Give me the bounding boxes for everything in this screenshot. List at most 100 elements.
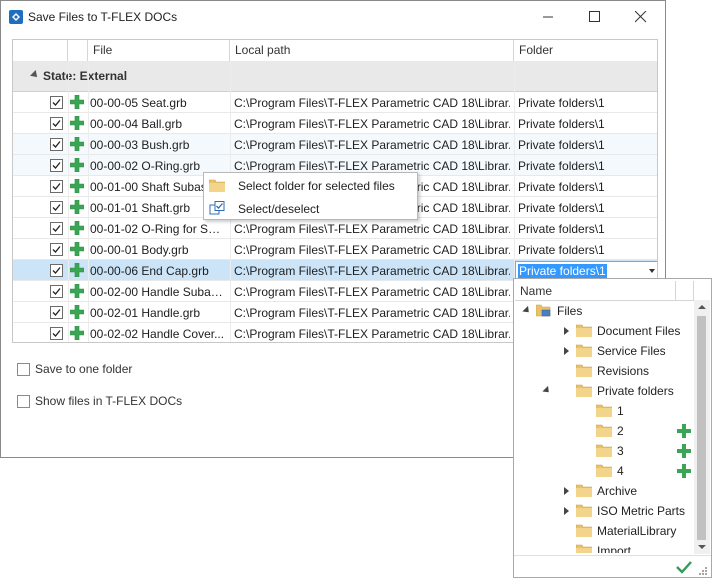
file-name: 00-00-04 Ball.grb — [90, 117, 183, 131]
collapse-arrow-icon[interactable] — [542, 385, 552, 396]
add-new-icon — [70, 179, 84, 193]
local-path: C:\Program Files\T-FLEX Parametric CAD 1… — [234, 117, 510, 131]
scroll-thumb[interactable] — [697, 316, 706, 540]
add-folder-icon[interactable] — [677, 424, 691, 438]
row-checkbox[interactable] — [50, 117, 63, 130]
header-check-column[interactable] — [13, 40, 68, 61]
tree-node[interactable]: Archive — [515, 481, 693, 501]
add-new-icon — [70, 326, 84, 340]
tree-node[interactable]: ISO Metric Parts — [515, 501, 693, 521]
tree-node[interactable]: 1 — [515, 401, 693, 421]
header-file[interactable]: File — [88, 40, 230, 61]
tree-node[interactable]: Service Files — [515, 341, 693, 361]
row-checkbox[interactable] — [50, 327, 63, 340]
row-checkbox[interactable] — [50, 138, 63, 151]
confirm-check-icon[interactable] — [676, 560, 692, 574]
tree-node-label: Files — [557, 304, 583, 318]
table-row[interactable]: 00-00-03 Bush.grb C:\Program Files\T-FLEX… — [13, 134, 657, 155]
row-checkbox[interactable] — [50, 243, 63, 256]
tree-node-label: 2 — [617, 424, 624, 438]
dropdown-arrow-icon[interactable] — [649, 269, 655, 273]
checkmark-icon — [52, 141, 61, 148]
file-name: 00-01-02 O-Ring for Sha... — [90, 222, 226, 236]
checkmark-icon — [52, 183, 61, 190]
table-row[interactable]: 00-00-04 Ball.grb C:\Program Files\T-FLEX… — [13, 113, 657, 134]
row-checkbox[interactable] — [50, 159, 63, 172]
folder-value[interactable]: Private folders\1 — [518, 222, 653, 236]
show-in-docs-label: Show files in T-FLEX DOCs — [35, 394, 183, 408]
folder-icon — [209, 179, 225, 192]
show-in-docs-checkbox[interactable] — [17, 395, 30, 408]
folder-icon — [596, 444, 612, 457]
add-folder-icon[interactable] — [677, 444, 691, 458]
menu-item-select-deselect[interactable]: Select/deselect — [204, 197, 417, 219]
table-row[interactable]: 00-01-02 O-Ring for Sha... C:\Program Fil… — [13, 218, 657, 239]
folder-icon — [576, 324, 592, 337]
popup-header: Name — [515, 281, 710, 301]
title-bar: Save Files to T-FLEX DOCs — [1, 1, 665, 34]
tree-node[interactable]: Private folders — [515, 381, 693, 401]
close-button[interactable] — [619, 1, 665, 34]
maximize-button[interactable] — [573, 1, 619, 34]
collapse-arrow-icon[interactable] — [522, 305, 532, 316]
close-icon — [635, 11, 647, 23]
name-column-header[interactable]: Name — [520, 284, 552, 298]
row-checkbox[interactable] — [50, 96, 63, 109]
header-icon-column[interactable] — [68, 40, 88, 61]
save-one-folder-checkbox[interactable] — [17, 363, 30, 376]
row-checkbox[interactable] — [50, 180, 63, 193]
folder-value[interactable]: Private folders\1 — [518, 201, 653, 215]
header-local-path[interactable]: Local path — [230, 40, 514, 61]
table-row[interactable]: 00-00-05 Seat.grb C:\Program Files\T-FLEX… — [13, 92, 657, 113]
tree-node[interactable]: 2 — [515, 421, 693, 441]
tree-node[interactable]: Revisions — [515, 361, 693, 381]
folder-value[interactable]: Private folders\1 — [518, 96, 653, 110]
resize-grip-icon[interactable] — [698, 566, 708, 576]
table-row[interactable]: 00-00-01 Body.grb C:\Program Files\T-FLEX… — [13, 239, 657, 260]
scroll-up-icon[interactable] — [698, 305, 706, 309]
expand-arrow-icon[interactable] — [564, 507, 569, 515]
checkmark-icon — [52, 99, 61, 106]
row-checkbox[interactable] — [50, 201, 63, 214]
checkmark-icon — [52, 309, 61, 316]
folder-value[interactable]: Private folders\1 — [518, 138, 653, 152]
checkmark-icon — [52, 288, 61, 295]
folder-value[interactable]: Private folders\1 — [518, 159, 653, 173]
tree-node-label: Document Files — [597, 324, 681, 338]
folder-value[interactable]: Private folders\1 — [518, 117, 653, 131]
scroll-down-icon[interactable] — [698, 545, 706, 549]
menu-item-select-folder[interactable]: Select folder for selected files — [204, 174, 417, 196]
vertical-scrollbar[interactable] — [694, 300, 710, 554]
group-row-state-external[interactable]: State: External — [13, 61, 657, 92]
tree-node[interactable]: MaterialLibrary — [515, 521, 693, 541]
add-new-icon — [70, 116, 84, 130]
checkmark-icon — [52, 120, 61, 127]
folder-value[interactable]: Private folders\1 — [518, 243, 653, 257]
folder-value[interactable]: Private folders\1 — [518, 180, 653, 194]
row-checkbox[interactable] — [50, 285, 63, 298]
tree-node-label: Archive — [597, 484, 638, 498]
tree-node[interactable]: Import — [515, 541, 693, 553]
tree-node[interactable]: Document Files — [515, 321, 693, 341]
tree-node[interactable]: Files — [515, 301, 693, 321]
expand-arrow-icon[interactable] — [564, 347, 569, 355]
folder-tree: Files Document Files Service Files Revision… — [515, 301, 695, 553]
tree-node[interactable]: 3 — [515, 441, 693, 461]
tree-node-label: ISO Metric Parts — [597, 504, 686, 518]
add-folder-icon[interactable] — [677, 464, 691, 478]
expand-arrow-icon[interactable] — [564, 327, 569, 335]
minimize-button[interactable] — [527, 1, 573, 34]
add-new-icon — [70, 221, 84, 235]
collapse-arrow-icon[interactable] — [30, 70, 40, 80]
checkmark-icon — [52, 246, 61, 253]
row-checkbox[interactable] — [50, 222, 63, 235]
add-new-icon — [70, 200, 84, 214]
minimize-icon — [543, 16, 553, 18]
expand-arrow-icon[interactable] — [564, 487, 569, 495]
row-checkbox[interactable] — [50, 264, 63, 277]
menu-item-label: Select folder for selected files — [238, 179, 395, 193]
header-folder[interactable]: Folder — [514, 40, 657, 61]
tree-node[interactable]: 4 — [515, 461, 693, 481]
local-path: C:\Program Files\T-FLEX Parametric CAD 1… — [234, 138, 510, 152]
row-checkbox[interactable] — [50, 306, 63, 319]
